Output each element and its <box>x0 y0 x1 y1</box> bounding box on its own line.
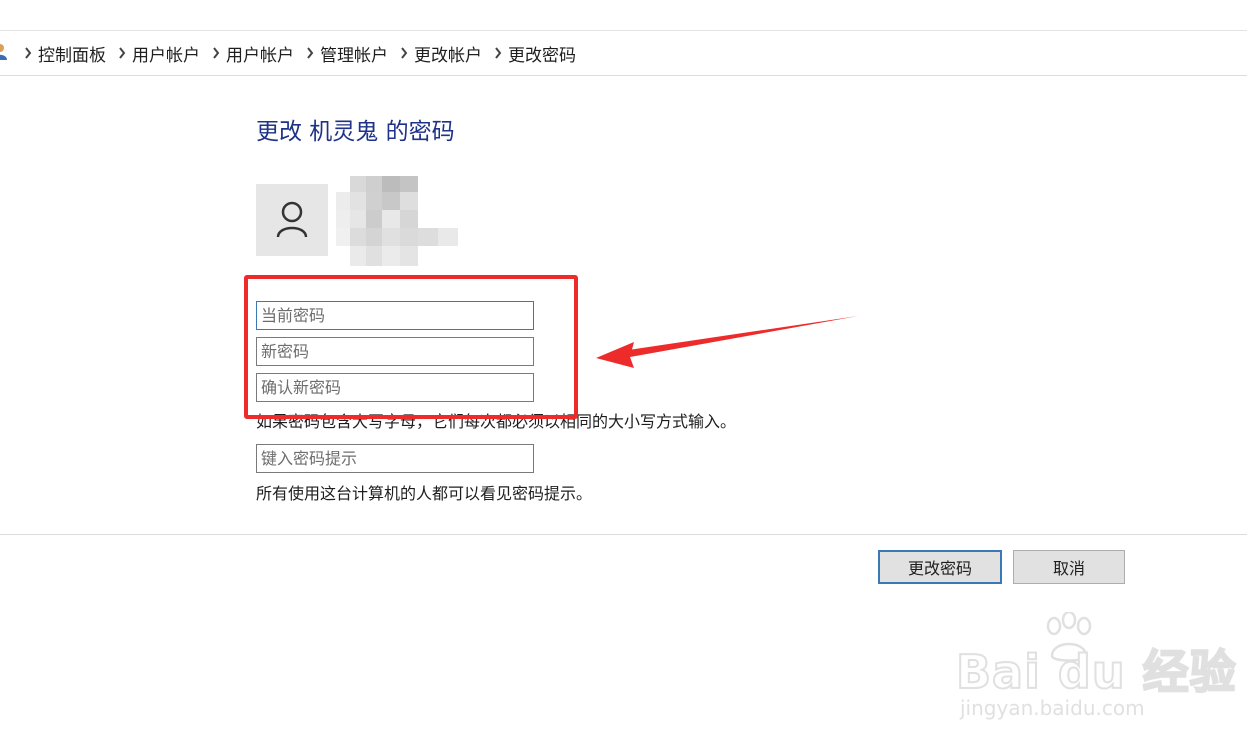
chevron-right-icon[interactable] <box>300 47 320 59</box>
chevron-right-icon[interactable] <box>112 47 132 59</box>
user-icon <box>276 201 308 238</box>
avatar <box>256 184 328 256</box>
breadcrumb-user-accounts-1[interactable]: 用户帐户 <box>132 41 206 66</box>
watermark-url: jingyan.baidu.com <box>960 696 1145 720</box>
user-accounts-icon[interactable] <box>0 43 8 61</box>
breadcrumb-manage-accounts[interactable]: 管理帐户 <box>320 41 394 66</box>
breadcrumb-change-account[interactable]: 更改帐户 <box>414 41 488 66</box>
page-title: 更改 机灵鬼 的密码 <box>256 119 455 145</box>
cancel-button[interactable]: 取消 <box>1013 550 1125 584</box>
baidu-jingyan-watermark: Bai du 经验 jingyan.baidu.com <box>954 612 1237 722</box>
annotation-highlight-box <box>244 275 578 419</box>
hint-visibility-note: 所有使用这台计算机的人都可以看见密码提示。 <box>256 484 593 503</box>
change-password-button[interactable]: 更改密码 <box>878 550 1002 584</box>
chevron-right-icon <box>18 47 38 59</box>
chevron-right-icon[interactable] <box>488 47 508 59</box>
annotation-arrow-icon <box>596 316 858 368</box>
breadcrumb-change-password[interactable]: 更改密码 <box>508 41 582 66</box>
blurred-account-info <box>336 168 460 272</box>
password-hint-field[interactable] <box>256 444 534 473</box>
chevron-right-icon[interactable] <box>206 47 226 59</box>
chevron-right-icon[interactable] <box>394 47 414 59</box>
breadcrumb-user-accounts-2[interactable]: 用户帐户 <box>226 41 300 66</box>
breadcrumb: 控制面板 用户帐户 用户帐户 管理帐户 更改帐户 更改密码 <box>0 31 1247 76</box>
footer-divider <box>0 534 1247 535</box>
breadcrumb-control-panel[interactable]: 控制面板 <box>38 41 112 66</box>
watermark-logo-text: Bai du 经验 <box>955 644 1237 700</box>
